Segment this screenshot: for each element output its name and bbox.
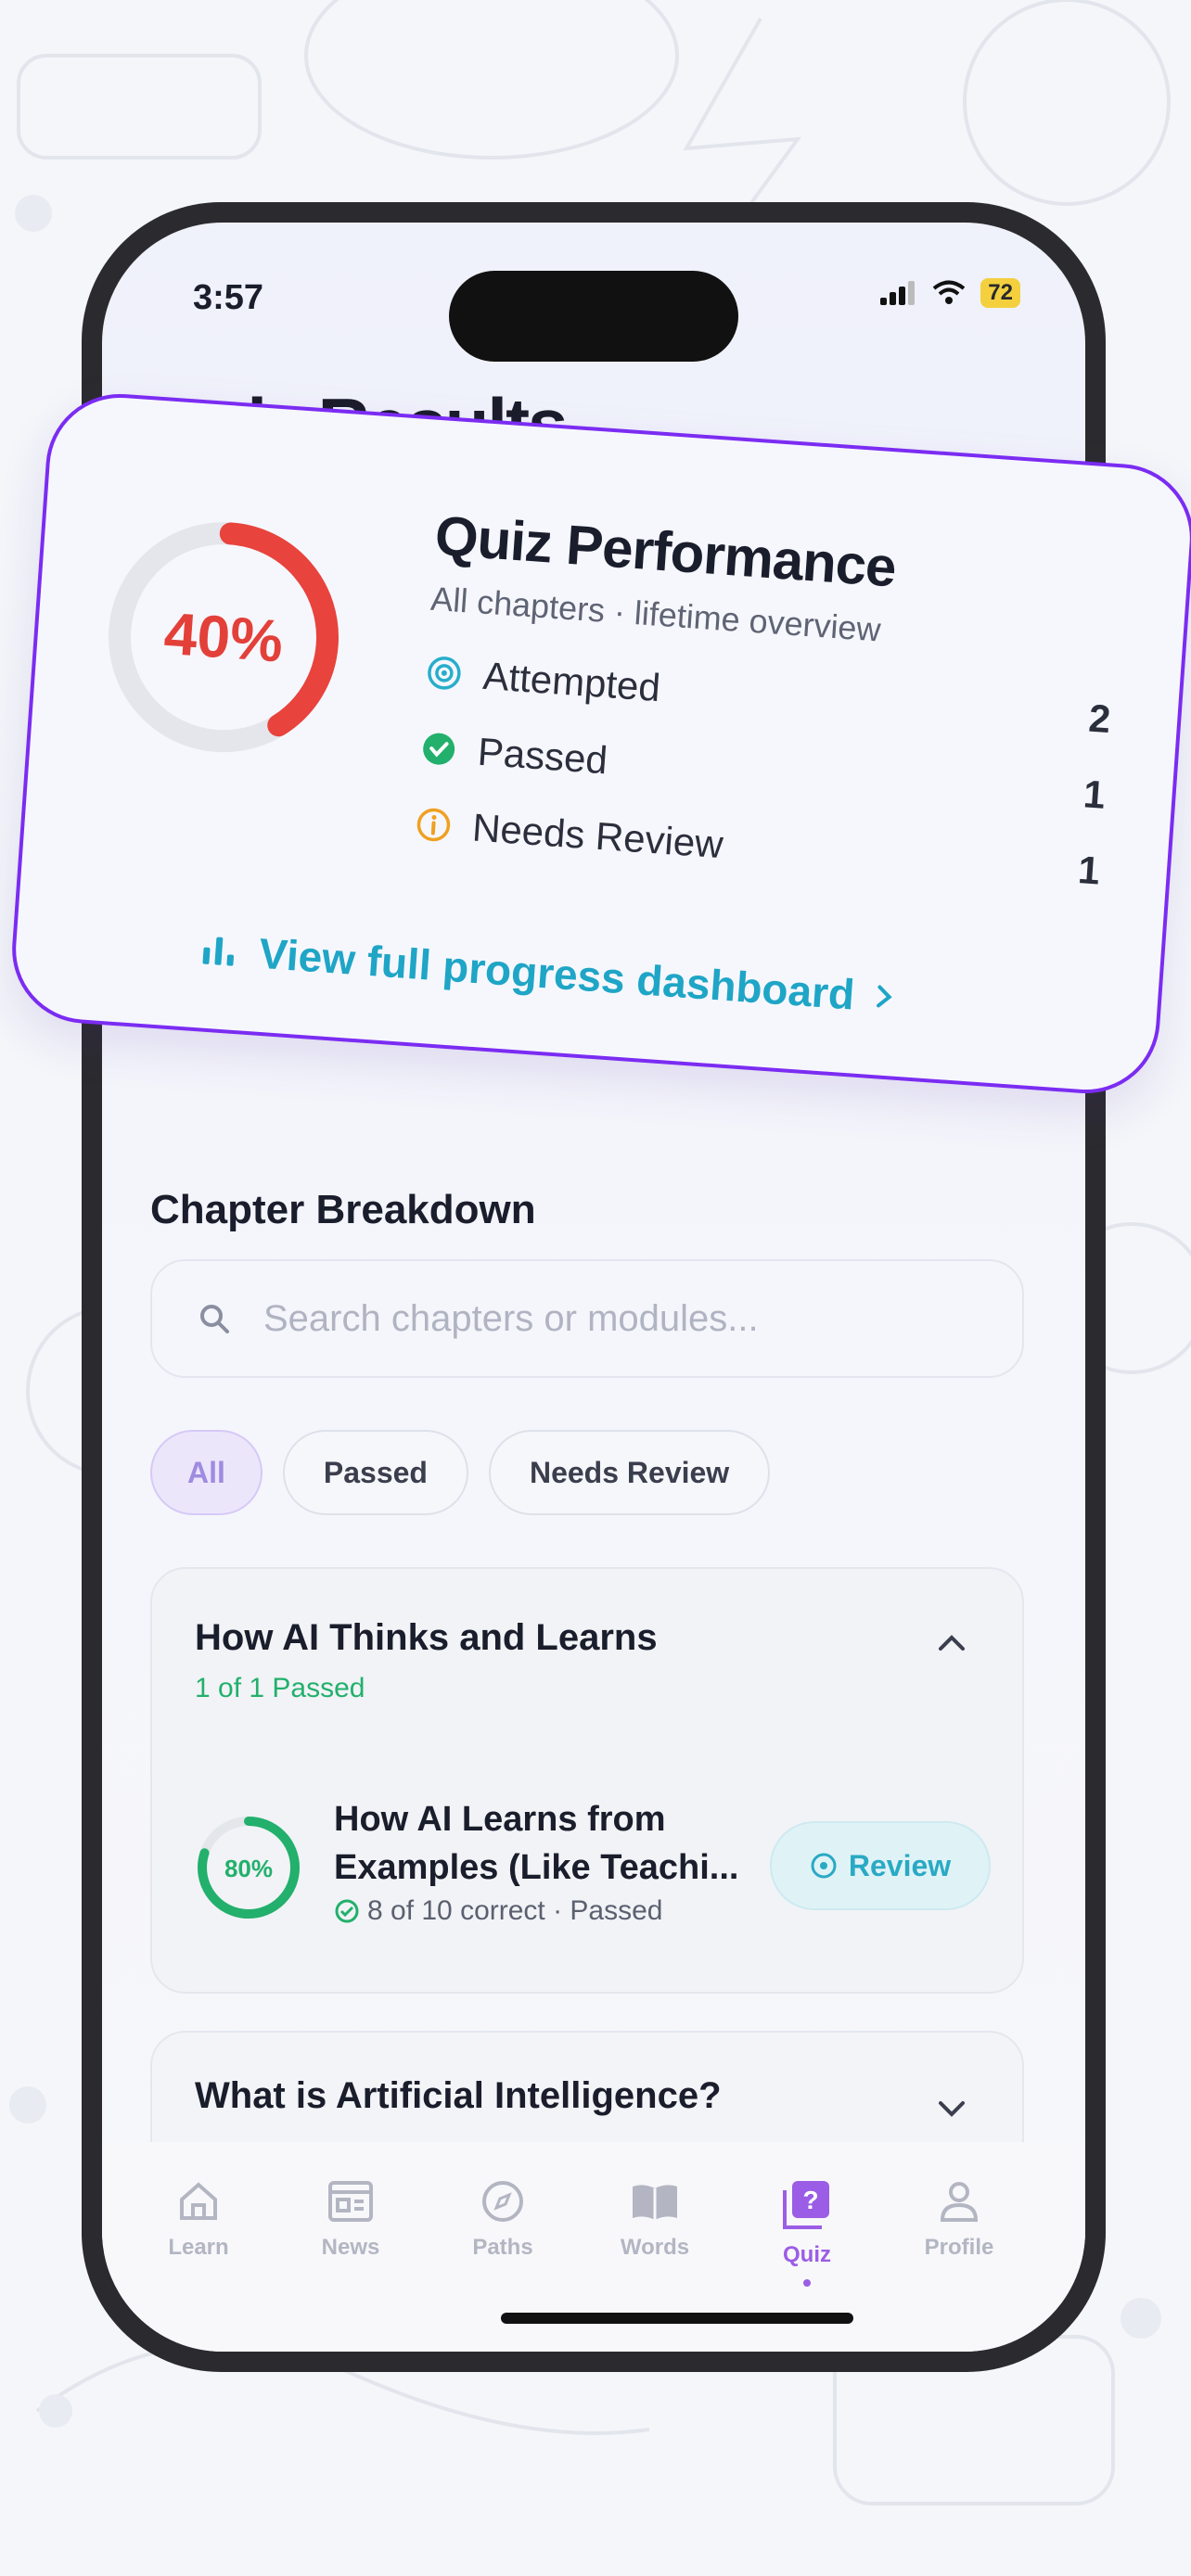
check-circle-icon: [335, 1899, 359, 1923]
search-icon: [200, 1305, 229, 1333]
home-indicator: [501, 2313, 853, 2324]
status-time: 3:57: [193, 278, 264, 317]
stat-needs-review: Needs Review 1: [414, 801, 1102, 894]
module-meta: 8 of 10 correct · Passed: [334, 1895, 663, 1927]
chapter-breakdown-title: Chapter Breakdown: [150, 1187, 536, 1232]
chevron-down-icon[interactable]: [937, 2099, 967, 2118]
chapter-pass-count: 1 of 1 Passed: [195, 1673, 365, 1703]
info-circle-icon: [416, 808, 451, 842]
newspaper-icon: [328, 2181, 373, 2222]
battery-icon: 72: [980, 278, 1020, 308]
book-icon: [633, 2185, 677, 2220]
review-label: Review: [848, 1848, 952, 1882]
filter-all[interactable]: All: [150, 1430, 263, 1515]
chevron-right-icon: [877, 985, 892, 1008]
performance-percent: 40%: [161, 599, 286, 675]
module-title[interactable]: How AI Learns from Examples (Like Teachi…: [334, 1795, 742, 1892]
svg-text:?: ?: [802, 2186, 818, 2214]
stat-passed-value: 1: [1082, 772, 1108, 817]
tab-quiz[interactable]: ? Quiz: [742, 2179, 872, 2287]
chapter-title: What is Artificial Intelligence?: [195, 2075, 722, 2116]
progress-dashboard-link[interactable]: View full progress dashboard: [200, 924, 897, 1022]
bar-chart-icon: [202, 937, 235, 966]
wifi-icon: [933, 280, 966, 304]
quiz-icon: ?: [783, 2181, 829, 2229]
search-input[interactable]: Search chapters or modules...: [150, 1259, 1024, 1378]
signal-icon: [880, 281, 916, 305]
person-icon: [940, 2182, 979, 2222]
tab-paths[interactable]: Paths: [438, 2179, 568, 2261]
chapter-title[interactable]: How AI Thinks and Learns: [195, 1617, 658, 1659]
quiz-performance-card: 40% Quiz Performance All chapters · life…: [6, 389, 1191, 1099]
home-icon: [180, 2182, 217, 2220]
dynamic-island: [449, 271, 738, 362]
stat-passed: Passed 1: [419, 725, 1108, 818]
chevron-up-icon[interactable]: [937, 1634, 967, 1652]
module-meta-text: 8 of 10 correct · Passed: [367, 1895, 663, 1926]
status-icons: 72: [880, 278, 1020, 308]
target-icon: [428, 657, 461, 690]
stat-attempted: Attempted 2: [424, 650, 1112, 743]
module-score-ring: 80%: [198, 1817, 300, 1919]
active-tab-indicator: [803, 2279, 811, 2287]
progress-dashboard-label: View full progress dashboard: [257, 928, 856, 1019]
tab-learn[interactable]: Learn: [134, 2179, 263, 2261]
tab-words[interactable]: Words: [590, 2179, 720, 2261]
compass-icon: [482, 2181, 523, 2222]
tab-news[interactable]: News: [286, 2179, 416, 2261]
play-circle-icon: [811, 1853, 837, 1879]
module-score-text: 80%: [224, 1855, 273, 1882]
review-button[interactable]: Review: [770, 1821, 991, 1910]
stat-attempted-value: 2: [1087, 695, 1112, 742]
filter-needs-review[interactable]: Needs Review: [488, 1430, 771, 1515]
search-placeholder: Search chapters or modules...: [263, 1297, 759, 1339]
check-circle-icon: [423, 733, 455, 765]
chapter-card: How AI Thinks and Learns 1 of 1 Passed 8…: [150, 1567, 1024, 1994]
filter-passed[interactable]: Passed: [282, 1430, 468, 1515]
filter-chips: All Passed Needs Review: [150, 1430, 771, 1515]
stat-needs-review-value: 1: [1076, 848, 1102, 893]
tab-profile[interactable]: Profile: [894, 2179, 1024, 2261]
